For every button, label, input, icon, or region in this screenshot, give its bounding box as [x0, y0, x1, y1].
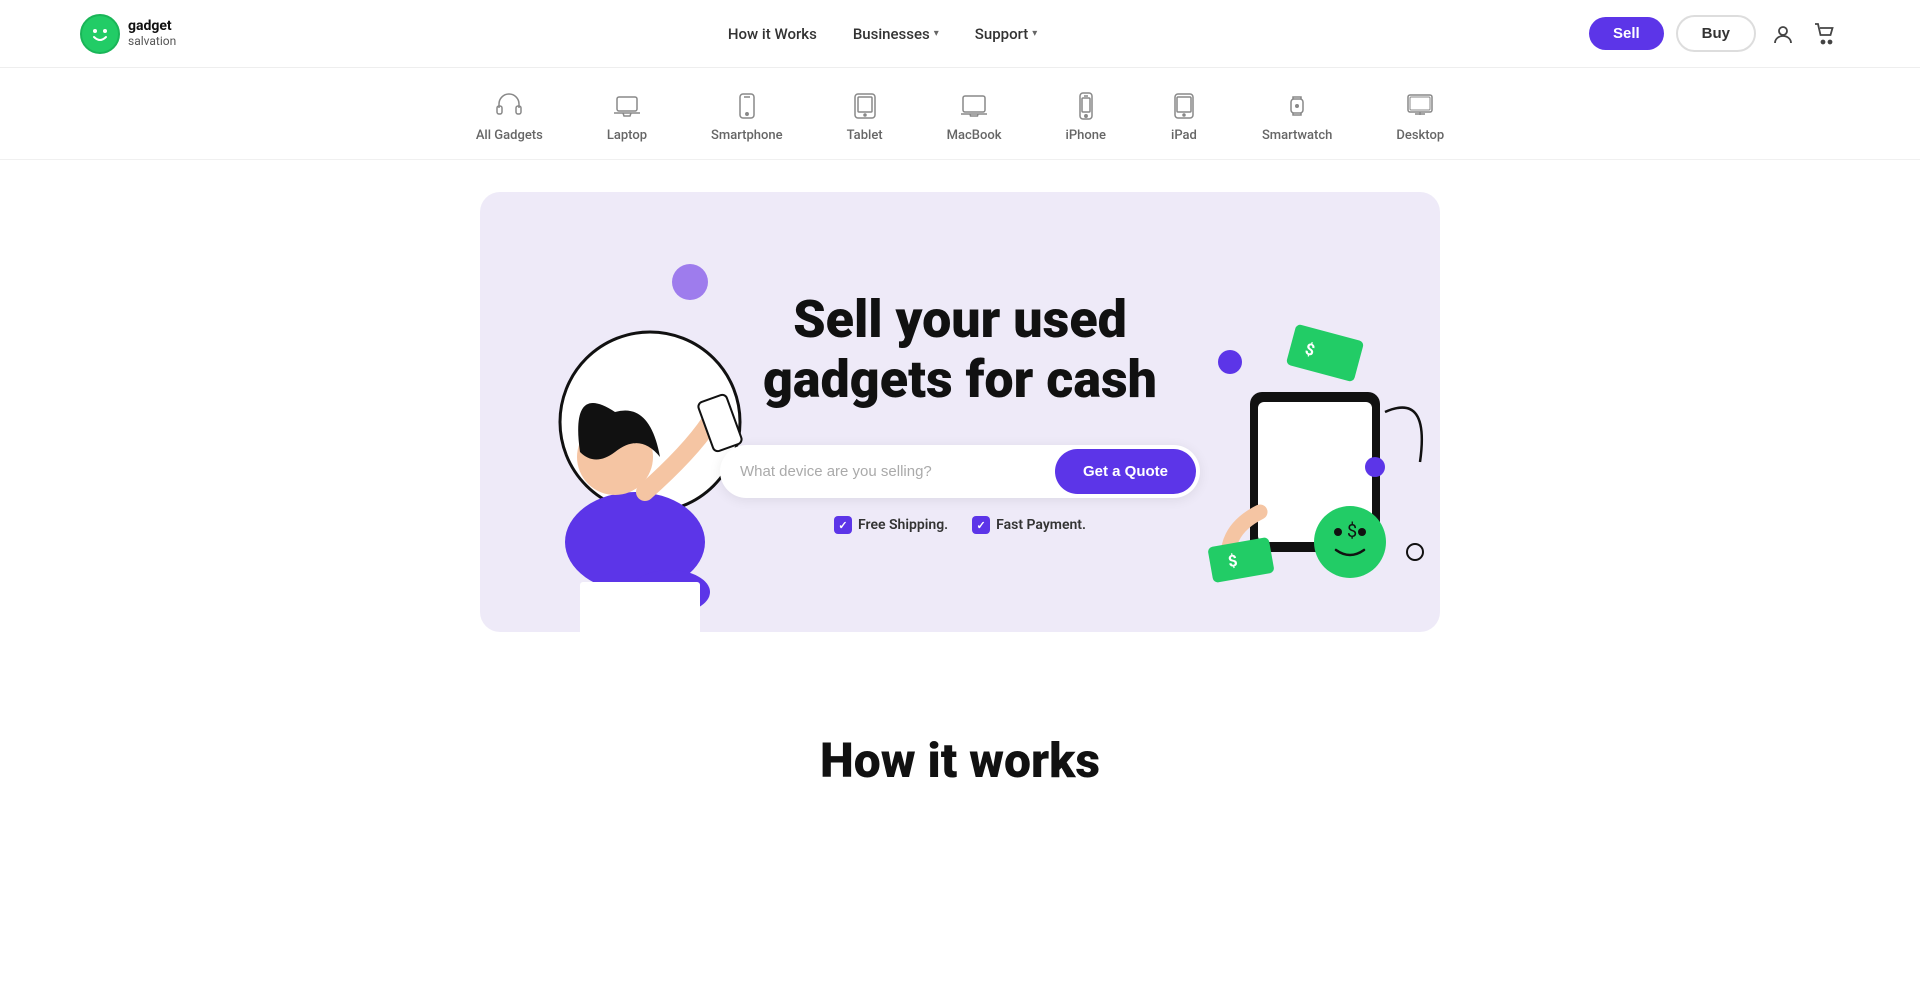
svg-text:$: $ [1347, 521, 1357, 542]
user-icon [1772, 23, 1794, 45]
how-it-works-title: How it works [80, 732, 1840, 789]
ipad-icon [1170, 92, 1198, 120]
illustration-left: $ [480, 202, 760, 632]
user-icon-button[interactable] [1768, 19, 1798, 49]
site-header: gadget salvation How it Works Businesses… [0, 0, 1920, 68]
cart-icon [1814, 23, 1836, 45]
sell-button[interactable]: Sell [1589, 17, 1664, 50]
macbook-icon [960, 92, 988, 120]
laptop-icon [613, 92, 641, 120]
nav-businesses[interactable]: Businesses ▾ [853, 25, 939, 43]
fast-payment-check-icon: ✓ [972, 516, 990, 534]
category-desktop[interactable]: Desktop [1364, 84, 1476, 151]
main-nav: How it Works Businesses ▾ Support ▾ [728, 25, 1037, 43]
hero-card: $ $ [480, 192, 1440, 632]
device-search-input[interactable] [720, 445, 1051, 498]
perk-fast-payment: ✓ Fast Payment. [972, 516, 1086, 534]
category-iphone[interactable]: iPhone [1034, 84, 1138, 151]
smartwatch-icon [1283, 92, 1311, 120]
perks-row: ✓ Free Shipping. ✓ Fast Payment. [834, 516, 1086, 534]
category-smartphone[interactable]: Smartphone [679, 84, 815, 151]
hero-title: Sell your used gadgets for cash [763, 290, 1157, 410]
perk-free-shipping: ✓ Free Shipping. [834, 516, 948, 534]
nav-support[interactable]: Support ▾ [975, 25, 1038, 43]
logo-icon [80, 14, 120, 54]
logo[interactable]: gadget salvation [80, 14, 176, 54]
hero-wrapper: $ $ [0, 160, 1920, 672]
category-macbook[interactable]: MacBook [915, 84, 1034, 151]
category-all-gadgets[interactable]: All Gadgets [444, 84, 575, 151]
free-shipping-check-icon: ✓ [834, 516, 852, 534]
get-quote-button[interactable]: Get a Quote [1055, 449, 1196, 494]
header-actions: Sell Buy [1589, 15, 1840, 52]
category-ipad[interactable]: iPad [1138, 84, 1230, 151]
logo-text: gadget salvation [128, 19, 176, 48]
search-row: Get a Quote [720, 445, 1200, 498]
iphone-icon [1072, 92, 1100, 120]
illustration-right: $ $ $ [1200, 312, 1440, 612]
tablet-icon [851, 92, 879, 120]
category-tablet[interactable]: Tablet [815, 84, 915, 151]
category-smartwatch[interactable]: Smartwatch [1230, 84, 1364, 151]
nav-how-it-works[interactable]: How it Works [728, 25, 817, 43]
how-it-works-section: How it works [0, 672, 1920, 809]
cart-icon-button[interactable] [1810, 19, 1840, 49]
buy-button[interactable]: Buy [1676, 15, 1756, 52]
category-nav: All Gadgets Laptop Smartphone Tablet [0, 68, 1920, 160]
desktop-icon [1406, 92, 1434, 120]
smartphone-icon [733, 92, 761, 120]
headphones-icon [495, 92, 523, 120]
category-laptop[interactable]: Laptop [575, 84, 679, 151]
support-chevron-icon: ▾ [1032, 28, 1037, 39]
businesses-chevron-icon: ▾ [934, 28, 939, 39]
